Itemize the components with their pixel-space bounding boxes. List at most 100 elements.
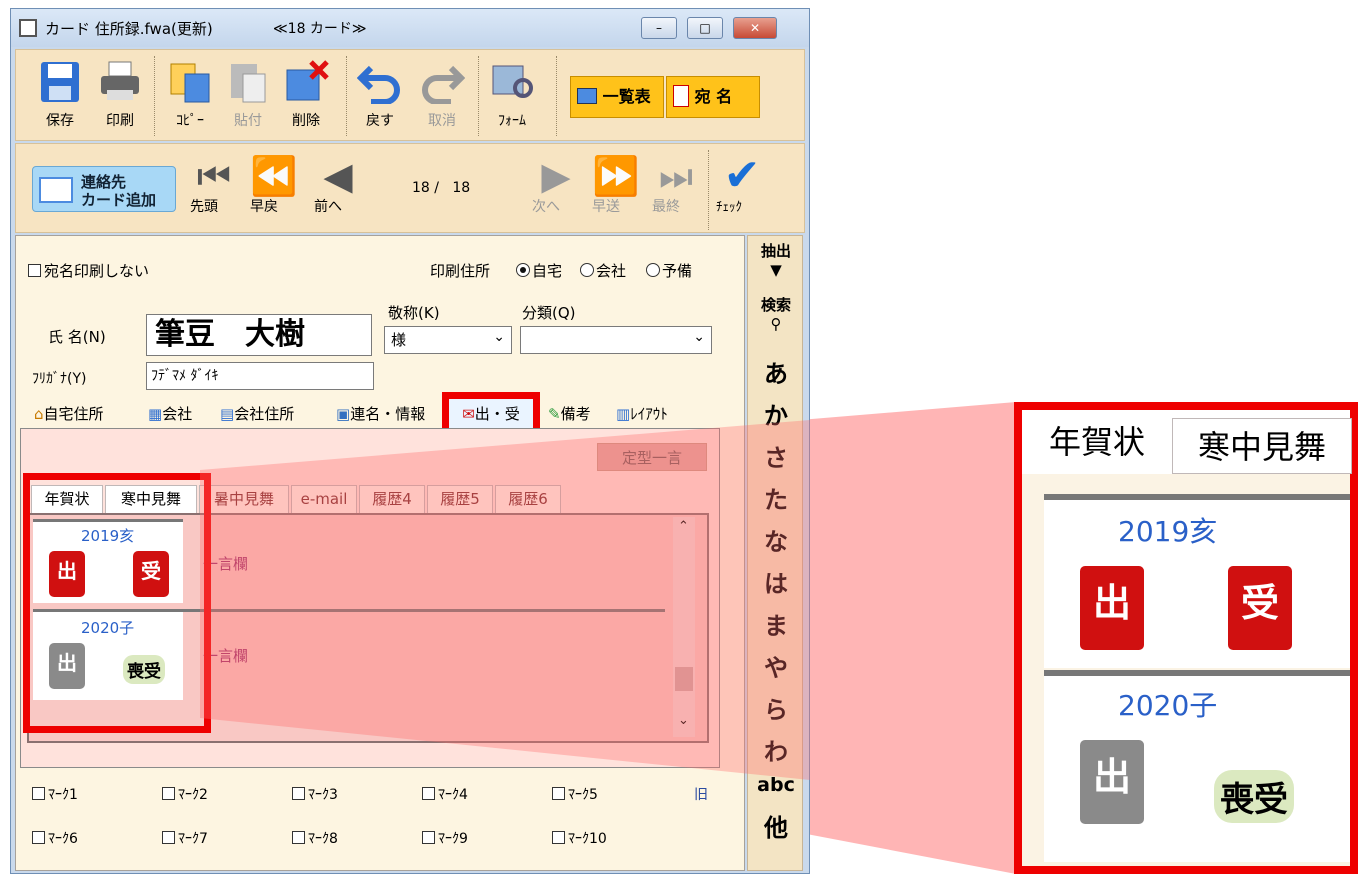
kana-index-ha[interactable]: は [748,564,804,599]
extract-button[interactable]: 抽出 ▼ [748,240,804,279]
list-view-button[interactable]: 一覧表 [570,76,664,118]
kana-index-ra[interactable]: ら [748,690,804,725]
kana-index-ta[interactable]: た [748,480,804,515]
chevron-down-icon: ⌄ [493,329,505,345]
index-sidebar: 抽出 ▼ 検索 ⚲ あ か さ た な は ま や ら わ abc 他 [747,235,803,871]
toolbar-divider [346,56,348,136]
zoom-sent-postbox-icon: 出 [1080,740,1144,824]
check-button[interactable]: ✔ ﾁｪｯｸ [716,154,768,216]
add-contact-button[interactable]: 連絡先 カード追加 [32,166,176,212]
zoom-mourning-received-icon: 喪受 [1214,770,1294,823]
mark-checkbox[interactable]: ﾏｰｸ4 [422,784,468,804]
chevron-down-icon[interactable]: ⌄ [678,713,689,728]
address-button[interactable]: 宛 名 [666,76,760,118]
next-button[interactable]: ▶ 次へ [532,156,580,216]
save-icon [41,62,79,102]
tab-joint-info[interactable]: ▣連名・情報 [332,400,434,430]
mark-checkbox[interactable]: ﾏｰｸ9 [422,828,468,848]
mark-checkbox[interactable]: ﾏｰｸ6 [32,828,78,848]
search-icon: ⚲ [770,315,782,333]
kana-index-abc[interactable]: abc [748,774,804,796]
notes-icon: ✎ [548,405,561,423]
furigana-label: ﾌﾘｶﾞﾅ(Y) [32,371,87,387]
fast-forward-button[interactable]: ⏩ 早送 [592,156,640,216]
prev-icon: ◀ [323,154,353,198]
tab-layout[interactable]: ▥ﾚｲｱｳﾄ [612,400,672,430]
subtab-history5[interactable]: 履歴5 [427,485,493,513]
mark-checkbox[interactable]: ﾏｰｸ2 [162,784,208,804]
kana-index-ya[interactable]: や [748,648,804,683]
undo-button[interactable]: 戻す [352,58,408,136]
layout-icon: ▥ [616,405,631,423]
category-label: 分類(Q) [522,304,576,322]
first-button[interactable]: ⏮ 先頭 [190,156,238,216]
tab-notes[interactable]: ✎備考 [544,400,595,430]
delete-button[interactable]: 削除 [278,58,334,136]
kana-index-ma[interactable]: ま [748,606,804,641]
search-button[interactable]: 検索 ⚲ [748,294,804,333]
form-button[interactable]: ﾌｫｰﾑ [484,58,540,136]
redo-button[interactable]: 取消 [414,58,470,136]
copy-icon [170,63,210,103]
chevron-up-icon[interactable]: ⌃ [678,519,689,534]
subtab-summer[interactable]: 暑中見舞 [199,485,289,513]
name-label: 氏 名(N) [48,328,106,346]
marks-toggle-icon[interactable]: 旧 [694,784,708,804]
tab-company[interactable]: ▦会社 [144,400,196,430]
mark-checkbox[interactable]: ﾏｰｸ3 [292,784,338,804]
minimize-button[interactable]: – [641,17,677,39]
no-print-checkbox[interactable]: 宛名印刷しない [28,260,149,281]
highlight-frame [23,473,211,733]
subtab-history4[interactable]: 履歴4 [359,485,425,513]
kana-index-na[interactable]: な [748,522,804,557]
mark-checkbox[interactable]: ﾏｰｸ10 [552,828,607,848]
title-bar: カード 住所録.fwa(更新) ≪18 カード≫ – □ ✕ [11,9,809,47]
tab-home-address[interactable]: ⌂自宅住所 [30,400,108,430]
mark-checkbox[interactable]: ﾏｰｸ7 [162,828,208,848]
subtab-email[interactable]: e-mail [291,485,357,513]
name-input[interactable]: 筆豆 大樹 [146,314,372,356]
category-select[interactable]: ⌄ [520,326,712,354]
subtab-history6[interactable]: 履歴6 [495,485,561,513]
fast-forward-icon: ⏩ [592,154,640,198]
scroll-thumb[interactable] [675,667,693,691]
kana-index-wa[interactable]: わ [748,732,804,767]
radio-spare[interactable]: 予備 [646,260,692,281]
furigana-input[interactable]: ﾌﾃﾞﾏﾒ ﾀﾞｲｷ [146,362,374,390]
fast-back-button[interactable]: ⏪ 早戻 [250,156,298,216]
paste-button[interactable]: 貼付 [220,58,276,136]
kana-index-sa[interactable]: さ [748,438,804,473]
radio-company[interactable]: 会社 [580,260,626,281]
zoom-tab-newyear: 年賀状 [1022,410,1172,474]
save-button[interactable]: 保存 [32,58,88,136]
app-icon [19,19,37,37]
tab-company-address[interactable]: ▤会社住所 [216,400,298,430]
paste-icon [231,64,266,103]
maximize-button[interactable]: □ [687,17,723,39]
mark-checkbox[interactable]: ﾏｰｸ1 [32,784,78,804]
kana-index-other[interactable]: 他 [748,808,804,843]
honorific-select[interactable]: 様 ⌄ [384,326,512,354]
last-button[interactable]: ⏭ 最終 [652,156,700,216]
prev-button[interactable]: ◀ 前へ [314,156,362,216]
zoom-list: 2019亥 出 受 2020子 出 喪受 [1022,474,1350,866]
form-settings-icon [492,65,533,98]
toolbar-divider [154,56,156,136]
print-button[interactable]: 印刷 [92,58,148,136]
address-card-icon [673,85,689,107]
fixed-phrase-button[interactable]: 定型一言 [597,443,707,471]
copy-button[interactable]: ｺﾋﾟｰ [162,58,218,136]
mark-checkbox[interactable]: ﾏｰｸ8 [292,828,338,848]
house-icon: ⌂ [34,405,44,423]
kana-index-ka[interactable]: か [748,396,804,431]
mark-checkbox[interactable]: ﾏｰｸ5 [552,784,598,804]
zoom-year: 2020子 [1118,689,1218,722]
tab-content: 定型一言 年賀状 寒中見舞 暑中見舞 e-mail 履歴4 履歴5 履歴6 20… [20,428,720,768]
kana-index-a[interactable]: あ [748,354,804,389]
app-window: カード 住所録.fwa(更新) ≪18 カード≫ – □ ✕ 保存 印刷 ｺﾋﾟ… [10,8,810,874]
close-button[interactable]: ✕ [733,17,777,39]
marks-area: ﾏｰｸ1 ﾏｰｸ2 ﾏｰｸ3 ﾏｰｸ4 ﾏｰｸ5 旧 ﾏｰｸ6 ﾏｰｸ7 ﾏｰｸ… [28,780,728,870]
toolbar-divider [556,56,558,136]
radio-home[interactable]: 自宅 [516,260,562,281]
scrollbar[interactable]: ⌃ ⌄ [673,517,695,737]
